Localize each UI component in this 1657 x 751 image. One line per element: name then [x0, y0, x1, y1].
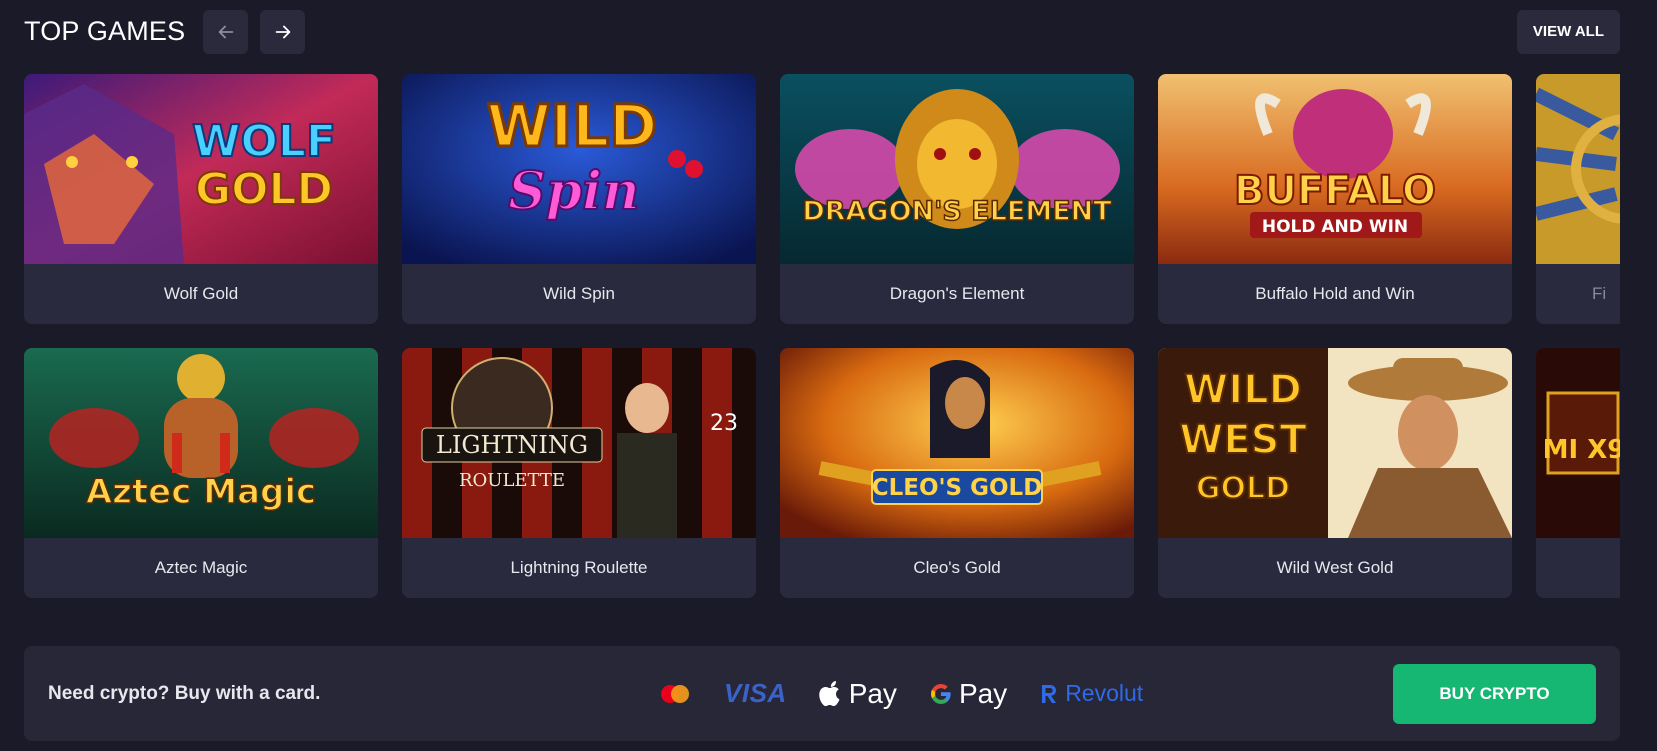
svg-text:WILD: WILD: [1184, 367, 1302, 413]
svg-text:Aztec Magic: Aztec Magic: [86, 472, 316, 512]
svg-text:WILD: WILD: [487, 92, 658, 160]
game-thumbnail: CLEO'S GOLD: [780, 348, 1134, 538]
game-thumbnail: [1536, 74, 1620, 264]
game-title: [1536, 538, 1620, 598]
svg-text:Spin: Spin: [508, 161, 639, 222]
svg-text:BUFFALO: BUFFALO: [1234, 168, 1436, 214]
game-thumbnail: BUFFALO HOLD AND WIN: [1158, 74, 1512, 264]
google-icon: [930, 683, 951, 704]
games-carousel: WOLF GOLD Wolf Gold WILD Spin Wild Spin …: [24, 74, 1620, 600]
game-card-dragons-element[interactable]: DRAGON'S ELEMENT Dragon's Element: [780, 74, 1134, 324]
mastercard-icon: [661, 684, 689, 703]
google-pay-label: Pay: [958, 677, 1008, 709]
game-title: Dragon's Element: [889, 284, 1025, 303]
mastercard-logo: [658, 683, 692, 705]
game-card-aztec-magic[interactable]: Aztec Magic Aztec Magic: [24, 348, 378, 598]
svg-text:23: 23: [710, 411, 738, 436]
arrow-left-icon: [218, 25, 234, 38]
game-card-cleos-gold[interactable]: CLEO'S GOLD Cleo's Gold: [780, 348, 1134, 598]
apple-pay-logo: Pay: [818, 677, 897, 710]
buy-crypto-button[interactable]: BUY CRYPTO: [1393, 663, 1596, 724]
game-card-buffalo-hold-and-win[interactable]: BUFFALO HOLD AND WIN Buffalo Hold and Wi…: [1158, 74, 1512, 324]
game-title: Aztec Magic: [154, 558, 248, 577]
svg-text:WOLF: WOLF: [192, 116, 336, 167]
game-title: Wild West Gold: [1276, 558, 1394, 577]
svg-text:DRAGON'S ELEMENT: DRAGON'S ELEMENT: [802, 196, 1112, 227]
game-thumbnail: WILD WEST GOLD: [1158, 348, 1512, 538]
view-all-button[interactable]: VIEW ALL: [1516, 9, 1620, 54]
svg-text:CLEO'S GOLD: CLEO'S GOLD: [872, 475, 1043, 501]
google-pay-logo: Pay: [929, 678, 1007, 710]
apple-pay-label: Pay: [848, 677, 897, 709]
svg-text:GOLD: GOLD: [195, 164, 333, 215]
carousel-prev-button[interactable]: [203, 9, 249, 54]
game-card-wild-west-gold[interactable]: WILD WEST GOLD Wild West Gold: [1158, 348, 1512, 598]
game-thumbnail: WILD Spin: [402, 74, 756, 264]
svg-text:MI X9: MI X9: [1543, 435, 1620, 465]
svg-text:HOLD AND WIN: HOLD AND WIN: [1262, 217, 1408, 237]
revolut-logo: Revolut: [1039, 680, 1143, 707]
payment-methods: VISA Pay Pay Revolut: [658, 678, 1143, 710]
game-thumbnail: DRAGON'S ELEMENT: [780, 74, 1134, 264]
game-title: Fi: [1592, 284, 1607, 303]
revolut-label: Revolut: [1065, 680, 1144, 706]
game-title: Wild Spin: [543, 284, 615, 303]
game-thumbnail: MI X9: [1536, 348, 1620, 538]
game-card-wild-spin[interactable]: WILD Spin Wild Spin: [402, 74, 756, 324]
svg-text:LIGHTNING: LIGHTNING: [436, 431, 588, 459]
svg-text:GOLD: GOLD: [1196, 471, 1290, 506]
buy-crypto-banner: Need crypto? Buy with a card. VISA Pay P…: [24, 646, 1620, 741]
game-card-partial[interactable]: MI X9: [1536, 348, 1620, 598]
game-title: Wolf Gold: [163, 284, 239, 303]
revolut-icon: [1042, 684, 1057, 703]
game-card-partial[interactable]: Fi: [1536, 74, 1620, 324]
game-card-wolf-gold[interactable]: WOLF GOLD Wolf Gold: [24, 74, 378, 324]
apple-icon: [818, 680, 840, 706]
carousel-next-button[interactable]: [260, 9, 306, 54]
game-thumbnail: WOLF GOLD: [24, 74, 378, 264]
svg-text:ROULETTE: ROULETTE: [459, 470, 565, 491]
game-title: Buffalo Hold and Win: [1255, 284, 1415, 303]
svg-text:WEST: WEST: [1179, 417, 1307, 463]
visa-logo: VISA: [724, 678, 787, 708]
section-title: TOP GAMES: [24, 16, 186, 46]
game-thumbnail: Aztec Magic: [24, 348, 378, 538]
arrow-right-icon: [275, 25, 291, 38]
section-header: TOP GAMES VIEW ALL: [24, 9, 1620, 54]
game-title: Lightning Roulette: [510, 558, 648, 577]
game-title: Cleo's Gold: [913, 558, 1001, 577]
buy-crypto-text: Need crypto? Buy with a card.: [48, 682, 321, 704]
game-card-lightning-roulette[interactable]: LIGHTNING ROULETTE 23 Lightning Roulette: [402, 348, 756, 598]
top-games-page: TOP GAMES VIEW ALL WOLF GOLD Wolf Gold W…: [0, 0, 1657, 751]
game-thumbnail: LIGHTNING ROULETTE 23: [402, 348, 756, 538]
